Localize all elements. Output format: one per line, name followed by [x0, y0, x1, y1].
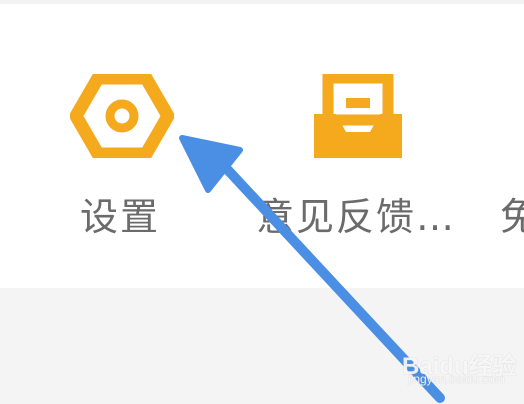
- baidu-watermark: Baidu经验 jingyan.baidu.com: [398, 346, 517, 390]
- cut-off-menu-item[interactable]: 免: [500, 66, 524, 246]
- watermark-site: jingyan.baidu.com: [408, 372, 505, 386]
- menu-panel: 设置 意见反馈… 免: [0, 4, 524, 288]
- feedback-inbox-icon: [310, 72, 406, 162]
- cut-off-label: 免: [500, 195, 524, 239]
- settings-label: 设置: [80, 195, 161, 239]
- screen: 设置 意见反馈… 免 Baidu经验 jingyan.baidu.com: [0, 0, 524, 404]
- settings-menu-item[interactable]: 设置: [62, 66, 182, 246]
- settings-hex-icon: [69, 71, 175, 162]
- feedback-label: 意见反馈…: [256, 195, 457, 239]
- feedback-menu-item[interactable]: 意见反馈…: [250, 66, 470, 246]
